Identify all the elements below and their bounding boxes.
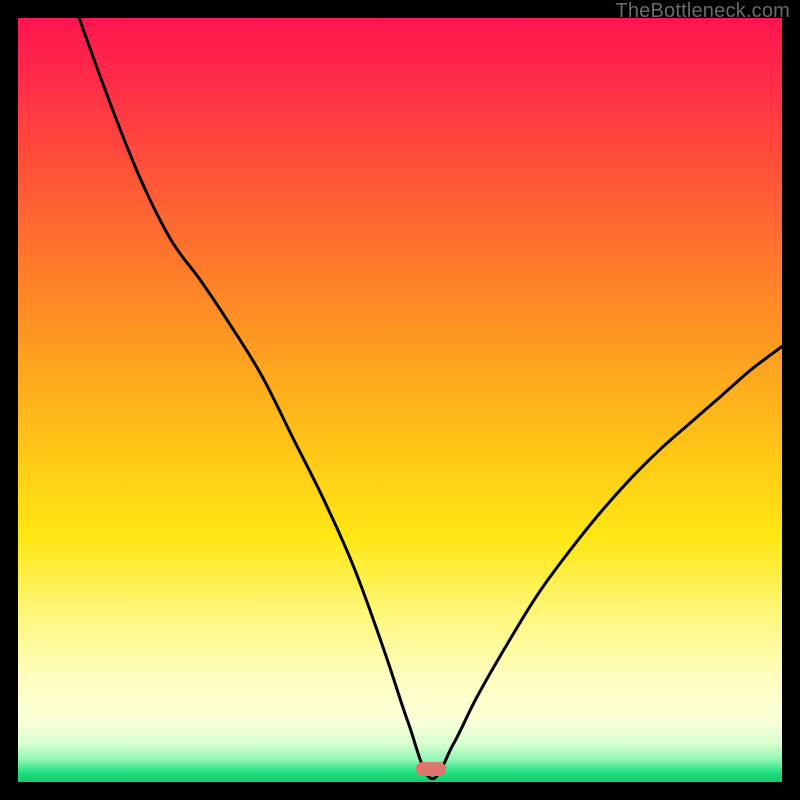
bottleneck-curve — [18, 18, 782, 782]
chart-frame: TheBottleneck.com — [0, 0, 800, 800]
plot-area — [18, 18, 782, 782]
optimal-point-marker — [416, 762, 446, 776]
curve-path — [79, 18, 782, 779]
